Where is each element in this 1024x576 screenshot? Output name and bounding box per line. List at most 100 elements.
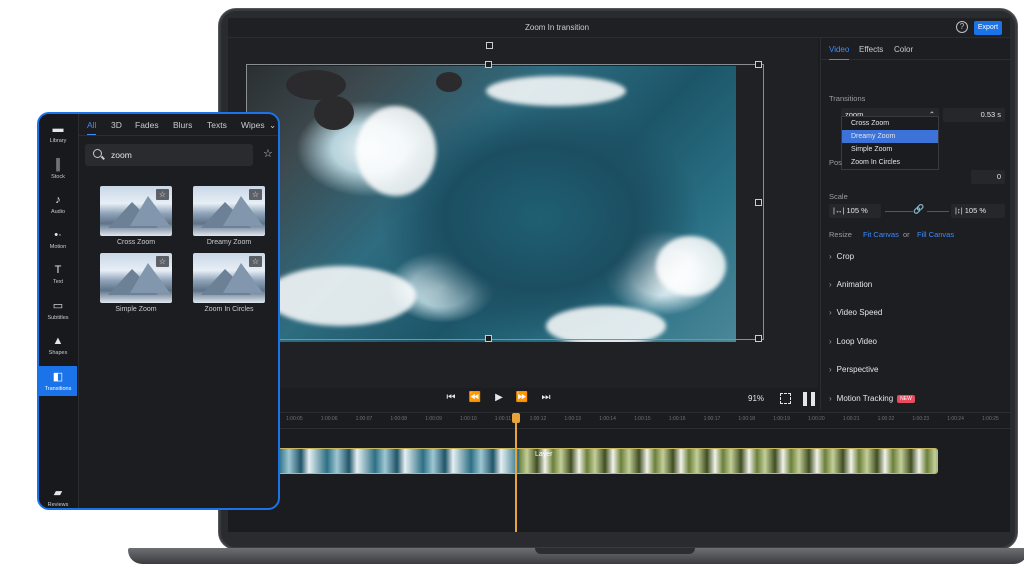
tab-wipes[interactable]: Wipes xyxy=(241,120,265,130)
section-animation[interactable]: › Animation xyxy=(829,280,872,289)
editor-screen: Zoom In transition ? Export ⏮ ⏪ ▶ ⏩ ⏭ 91… xyxy=(228,18,1010,532)
ruler-tick: 1:00:16 xyxy=(668,416,686,422)
ruler-tick: 1:00:21 xyxy=(842,416,860,422)
ruler-tick: 1:00:14 xyxy=(599,416,616,422)
sidebar-item-audio[interactable]: ♪ Audio xyxy=(39,189,77,219)
rewind-icon[interactable]: ⏪ xyxy=(467,392,483,403)
sidebar-item-label: Motion xyxy=(49,244,67,250)
tab-all[interactable]: All xyxy=(87,120,97,135)
fullscreen-icon[interactable] xyxy=(780,393,791,404)
dropdown-item-selected[interactable]: Dreamy Zoom xyxy=(842,130,938,143)
timeline: 1:00:05 1:00:06 1:00:07 1:00:08 1:00:09 1:00:… xyxy=(228,412,1010,532)
section-video-speed[interactable]: › Video Speed xyxy=(829,308,882,317)
help-icon[interactable]: ? xyxy=(956,21,968,33)
transition-caption: Dreamy Zoom xyxy=(206,239,252,246)
timeline-ruler[interactable]: 1:00:05 1:00:06 1:00:07 1:00:08 1:00:09 1:00:… xyxy=(228,413,1010,429)
link-icon[interactable]: 🔗 xyxy=(913,204,924,215)
fill-canvas-link[interactable]: Fill Canvas xyxy=(917,230,954,239)
ruler-tick: 1:00:10 xyxy=(460,416,477,422)
music-icon: ♪ xyxy=(55,194,61,206)
star-icon[interactable]: ☆ xyxy=(249,189,262,200)
section-loop-video[interactable]: › Loop Video xyxy=(829,337,877,346)
star-icon[interactable]: ☆ xyxy=(249,256,262,267)
width-icon: |↔| xyxy=(833,206,847,215)
chevron-right-icon: › xyxy=(829,394,832,403)
section-crop[interactable]: › Crop xyxy=(829,252,854,261)
playhead-handle[interactable] xyxy=(512,413,520,423)
transition-thumbnail[interactable]: ☆ xyxy=(100,253,172,303)
tab-texts[interactable]: Texts xyxy=(207,120,227,130)
ruler-tick: 1:00:19 xyxy=(773,416,790,422)
pause-icon[interactable] xyxy=(803,392,815,406)
sidebar-item-stock[interactable]: ║ Stock xyxy=(39,154,77,184)
sidebar-item-text[interactable]: T Text xyxy=(39,259,77,289)
position-label: Pos xyxy=(829,158,842,167)
transition-thumbnail[interactable]: ☆ xyxy=(100,186,172,236)
tab-color[interactable]: Color xyxy=(894,45,913,54)
export-button[interactable]: Export xyxy=(974,21,1002,35)
skip-end-icon[interactable]: ⏭ xyxy=(538,392,554,403)
clip-label: Layer xyxy=(535,451,553,458)
sidebar-item-shapes[interactable]: ▲ Shapes xyxy=(39,330,77,360)
tab-video[interactable]: Video xyxy=(829,45,850,60)
chevron-right-icon: › xyxy=(829,337,832,346)
rotation-field[interactable]: 0 xyxy=(971,170,1005,184)
tab-blurs[interactable]: Blurs xyxy=(173,120,192,130)
resize-handle[interactable] xyxy=(755,335,762,342)
ruler-tick: 1:00:12 xyxy=(529,416,547,422)
scale-width-value: 105 % xyxy=(846,206,868,215)
resize-handle[interactable] xyxy=(755,199,762,206)
zoom-level[interactable]: 91% xyxy=(748,394,764,403)
tab-3d[interactable]: 3D xyxy=(111,120,122,130)
fast-forward-icon[interactable]: ⏩ xyxy=(514,392,530,403)
skip-start-icon[interactable]: ⏮ xyxy=(443,392,459,403)
foam-shape xyxy=(486,76,626,106)
transition-thumbnail[interactable]: ☆ xyxy=(193,253,265,303)
duration-field[interactable]: 0.53 s xyxy=(943,108,1005,122)
transitions-panel: ▬ Library ║ Stock ♪ Audio •· Motion T Text ▭ S… xyxy=(37,112,280,510)
clip-ocean[interactable] xyxy=(279,449,519,473)
rotate-handle[interactable] xyxy=(486,42,493,49)
dropdown-item[interactable]: Zoom In Circles xyxy=(842,156,938,169)
subtitles-icon: ▭ xyxy=(52,300,64,312)
scale-height-field[interactable]: |↕| 105 % xyxy=(951,204,1005,218)
transition-thumbnail[interactable]: ☆ xyxy=(193,186,265,236)
search-input[interactable] xyxy=(111,148,241,162)
dropdown-item[interactable]: Cross Zoom xyxy=(842,117,938,130)
video-frame[interactable] xyxy=(246,66,736,342)
motion-icon: •· xyxy=(54,229,62,241)
transition-caption: Simple Zoom xyxy=(115,306,157,313)
transition-caption: Zoom In Circles xyxy=(204,306,254,313)
tab-fades[interactable]: Fades xyxy=(135,120,159,130)
search-bar xyxy=(85,144,253,166)
or-label: or xyxy=(903,230,910,239)
clip-plants[interactable] xyxy=(519,449,937,473)
ruler-tick: 1:00:05 xyxy=(286,416,303,422)
resize-handle[interactable] xyxy=(755,61,762,68)
star-icon[interactable]: ☆ xyxy=(156,256,169,267)
sidebar-item-reviews[interactable]: ▰ Reviews xyxy=(39,482,77,508)
favorites-star-icon[interactable]: ☆ xyxy=(263,147,273,160)
sidebar-item-transitions[interactable]: ◧ Transitions xyxy=(39,366,77,396)
dropdown-item[interactable]: Simple Zoom xyxy=(842,143,938,156)
section-perspective[interactable]: › Perspective xyxy=(829,365,878,374)
ruler-tick: 1:00:15 xyxy=(634,416,651,422)
fit-canvas-link[interactable]: Fit Canvas xyxy=(863,230,899,239)
chat-icon: ▰ xyxy=(53,487,63,499)
folder-icon: ▬ xyxy=(52,123,64,135)
chevron-down-icon[interactable]: ⌄ xyxy=(269,120,276,131)
section-motion-tracking[interactable]: › Motion Tracking NEW xyxy=(829,394,915,403)
sidebar-item-library[interactable]: ▬ Library xyxy=(39,118,77,148)
playhead[interactable] xyxy=(515,413,517,532)
sidebar-item-label: Reviews xyxy=(47,502,69,508)
scale-width-field[interactable]: |↔| 105 % xyxy=(829,204,881,218)
sidebar-item-motion[interactable]: •· Motion xyxy=(39,224,77,254)
section-label: Loop Video xyxy=(836,337,878,346)
category-tabs: All 3D Fades Blurs Texts Wipes ⌄ xyxy=(79,114,278,136)
star-icon[interactable]: ☆ xyxy=(156,189,169,200)
timeline-track[interactable]: Layer xyxy=(278,448,938,474)
sidebar-item-subtitles[interactable]: ▭ Subtitles xyxy=(39,295,77,325)
play-icon[interactable]: ▶ xyxy=(491,392,507,403)
tab-effects[interactable]: Effects xyxy=(859,45,883,54)
ruler-tick: 1:00:09 xyxy=(425,416,442,422)
